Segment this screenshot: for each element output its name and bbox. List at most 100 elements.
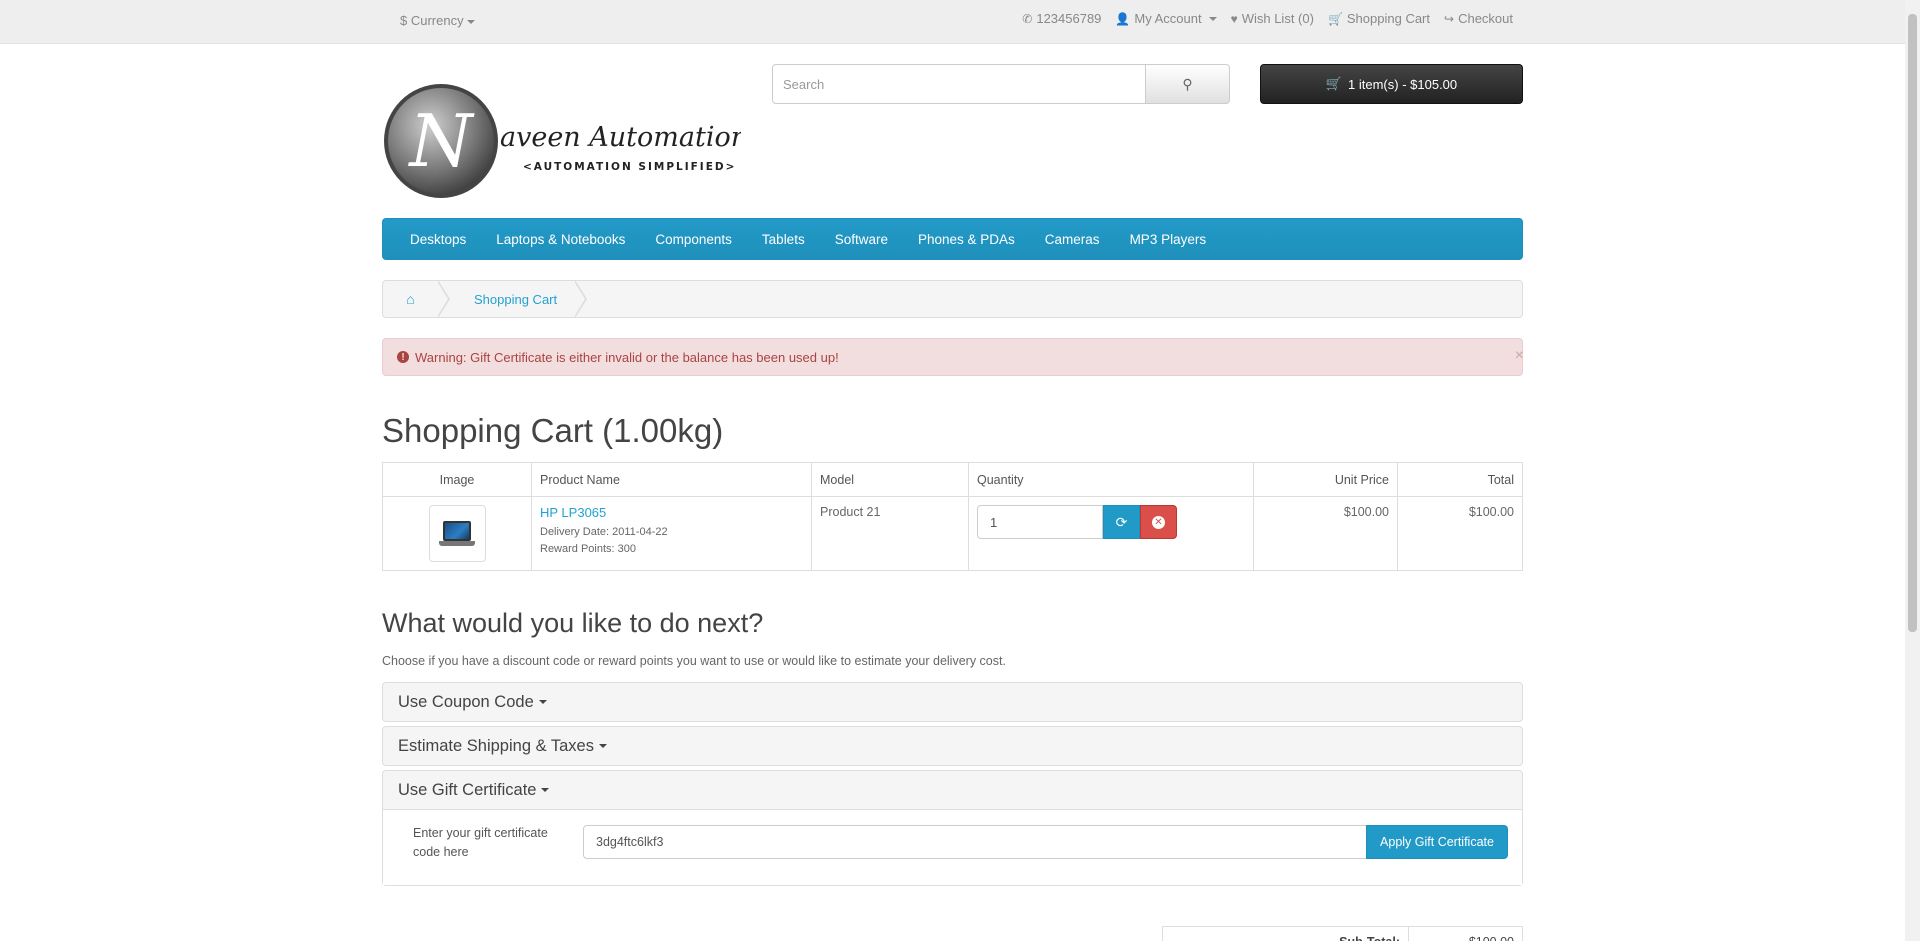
total-cell: $100.00 (1397, 496, 1523, 571)
search-input[interactable] (772, 64, 1146, 104)
home-icon: ⌂ (406, 291, 415, 307)
cart-total-button[interactable]: 🛒 1 item(s) - $105.00 (1260, 64, 1523, 104)
header-product: Product Name (531, 462, 812, 497)
currency-label: $ Currency (400, 13, 464, 28)
next-steps-description: Choose if you have a discount code or re… (382, 654, 1006, 668)
gift-certificate-input[interactable] (583, 825, 1367, 859)
page-title: Shopping Cart (1.00kg) (382, 412, 724, 449)
site-logo[interactable]: N aveen Automation Labs <AUTOMATION SIMP… (383, 82, 822, 200)
chevron-down-icon (1208, 16, 1217, 21)
apply-gift-certificate-button[interactable]: Apply Gift Certificate (1366, 825, 1508, 859)
shipping-panel-title: Estimate Shipping & Taxes (398, 736, 594, 755)
checkout-label: Checkout (1458, 11, 1513, 26)
breadcrumb-home[interactable]: ⌂ (383, 291, 438, 307)
my-account-link[interactable]: 👤 My Account (1115, 11, 1217, 26)
subtotal-value: $100.00 (1409, 927, 1522, 941)
product-image-cell (382, 496, 532, 571)
menu-item-laptops[interactable]: Laptops & Notebooks (481, 232, 640, 247)
chevron-down-icon (541, 788, 550, 792)
main-menu: Desktops Laptops & Notebooks Components … (382, 218, 1523, 260)
checkout-link[interactable]: ↪ Checkout (1444, 11, 1513, 26)
menu-item-components[interactable]: Components (640, 232, 747, 247)
page-scrollbar[interactable] (1905, 0, 1920, 941)
search-icon: ⚲ (1182, 75, 1193, 92)
gift-certificate-panel: Use Gift Certificate Enter your gift cer… (382, 770, 1523, 886)
cart-total-label: 1 item(s) - $105.00 (1348, 76, 1458, 92)
wish-list-link[interactable]: ♥ Wish List (0) (1231, 11, 1314, 26)
search-button[interactable]: ⚲ (1146, 64, 1230, 104)
wish-list-label: Wish List (0) (1241, 11, 1314, 26)
reward-points: Reward Points: 300 (540, 543, 636, 555)
shopping-cart-link[interactable]: 🛒 Shopping Cart (1328, 11, 1430, 26)
cart-table: Image Product Name Model Quantity Unit P… (382, 462, 1523, 571)
search-bar: ⚲ (772, 64, 1230, 104)
shipping-panel-toggle[interactable]: Estimate Shipping & Taxes (383, 727, 1522, 765)
heart-icon: ♥ (1230, 11, 1238, 26)
shipping-panel: Estimate Shipping & Taxes (382, 726, 1523, 766)
menu-item-phones[interactable]: Phones & PDAs (903, 232, 1030, 247)
menu-item-mp3[interactable]: MP3 Players (1115, 232, 1222, 247)
coupon-panel-toggle[interactable]: Use Coupon Code (383, 683, 1522, 721)
menu-item-desktops[interactable]: Desktops (395, 232, 481, 247)
product-thumbnail[interactable] (428, 505, 486, 562)
top-bar: $ Currency ✆ 123456789 👤 My Account ♥ Wish … (0, 0, 1905, 44)
chevron-down-icon (466, 19, 475, 24)
quantity-group: ⟳ ✕ (977, 505, 1245, 539)
header-quantity: Quantity (968, 462, 1254, 497)
delivery-date: Delivery Date: 2011-04-22 (540, 526, 668, 538)
cart-icon: 🛒 (1325, 76, 1343, 91)
user-icon: 👤 (1115, 11, 1131, 26)
top-links: ✆ 123456789 👤 My Account ♥ Wish List (0) 🛒 S… (1022, 11, 1513, 26)
phone-link[interactable]: ✆ 123456789 (1022, 11, 1101, 26)
unit-price-cell: $100.00 (1253, 496, 1398, 571)
totals-row: Sub-Total: $100.00 (1162, 926, 1523, 941)
logo-initial: N (408, 99, 476, 183)
chevron-down-icon (598, 744, 607, 748)
menu-item-software[interactable]: Software (820, 232, 903, 247)
alert-text: Warning: Gift Certificate is either inva… (415, 349, 839, 365)
menu-item-cameras[interactable]: Cameras (1030, 232, 1115, 247)
remove-icon: ✕ (1152, 515, 1165, 529)
header-model: Model (811, 462, 969, 497)
product-name-link[interactable]: HP LP3065 (540, 505, 606, 520)
breadcrumb-separator (437, 280, 450, 318)
model-cell: Product 21 (811, 496, 969, 571)
my-account-label: My Account (1134, 11, 1202, 26)
gift-panel-title: Use Gift Certificate (398, 780, 537, 799)
exclamation-circle-icon: ! (397, 351, 409, 363)
phone-icon: ✆ (1022, 11, 1033, 26)
logo-graphic: N aveen Automation Labs <AUTOMATION SIMP… (384, 84, 822, 198)
remove-button[interactable]: ✕ (1140, 505, 1177, 539)
breadcrumb: ⌂ Shopping Cart (382, 280, 1523, 318)
breadcrumb-shopping-cart[interactable]: Shopping Cart (450, 292, 575, 307)
scrollbar-thumb[interactable] (1908, 14, 1917, 632)
gift-panel-body: Enter your gift certificate code here Ap… (383, 809, 1522, 885)
close-icon[interactable]: × (1515, 347, 1524, 365)
update-button[interactable]: ⟳ (1103, 505, 1140, 539)
refresh-icon: ⟳ (1115, 513, 1128, 530)
gift-certificate-label: Enter your gift certificate code here (413, 826, 548, 859)
logo-tagline: <AUTOMATION SIMPLIFIED> (523, 161, 736, 173)
header-unit-price: Unit Price (1253, 462, 1398, 497)
product-name-cell: HP LP3065 Delivery Date: 2011-04-22 Rewa… (531, 496, 812, 571)
header-image: Image (382, 462, 532, 497)
subtotal-label: Sub-Total: (1163, 927, 1409, 941)
gift-panel-toggle[interactable]: Use Gift Certificate (383, 771, 1522, 809)
coupon-panel: Use Coupon Code (382, 682, 1523, 722)
shopping-cart-label: Shopping Cart (1346, 11, 1431, 26)
laptop-icon (439, 520, 475, 547)
table-row: HP LP3065 Delivery Date: 2011-04-22 Rewa… (382, 496, 1523, 571)
warning-alert: ! Warning: Gift Certificate is either in… (382, 338, 1524, 376)
cart-icon: 🛒 (1327, 11, 1343, 26)
phone-label: 123456789 (1036, 11, 1102, 26)
logo-name: aveen Automation Labs (500, 122, 741, 153)
currency-dropdown[interactable]: $ Currency (400, 13, 475, 28)
quantity-input[interactable] (977, 505, 1103, 539)
next-steps-title: What would you like to do next? (382, 608, 764, 638)
breadcrumb-separator (574, 280, 588, 318)
chevron-down-icon (538, 700, 547, 704)
share-icon: ↪ (1444, 11, 1455, 26)
header-total: Total (1397, 462, 1523, 497)
quantity-cell: ⟳ ✕ (968, 496, 1254, 571)
menu-item-tablets[interactable]: Tablets (747, 232, 820, 247)
